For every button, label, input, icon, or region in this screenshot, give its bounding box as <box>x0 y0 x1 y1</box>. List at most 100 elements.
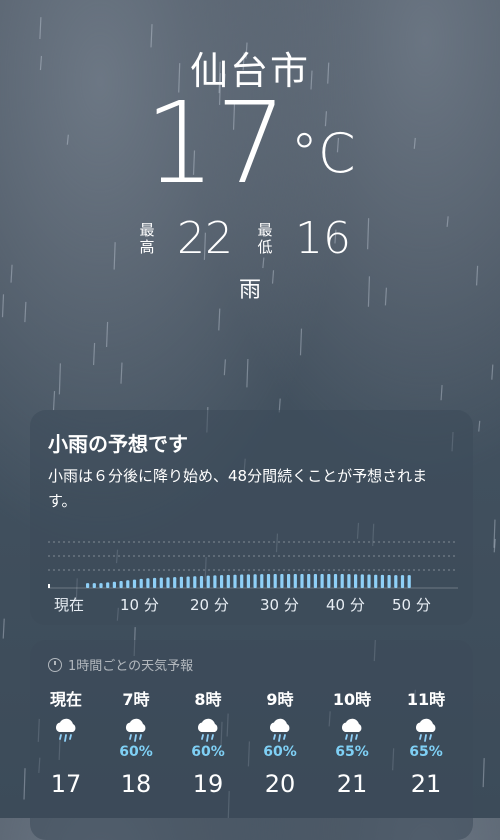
hourly-header: 1時間ごとの天気予報 <box>48 655 193 674</box>
precip-bar <box>300 574 304 588</box>
temperature-unit: °C <box>290 122 356 185</box>
precip-bar <box>153 577 157 588</box>
rain-streak <box>39 17 42 40</box>
precip-bar <box>266 574 271 588</box>
hourly-temperature: 21 <box>336 770 368 798</box>
precip-bar <box>374 574 378 588</box>
clock-icon <box>48 657 62 672</box>
precip-bar <box>293 574 297 588</box>
rain-streak <box>493 538 496 553</box>
precip-bar <box>220 575 224 588</box>
chart-time-label: 現在 <box>54 596 85 614</box>
precip-bar <box>193 576 197 588</box>
rain-streak <box>299 328 303 356</box>
hourly-time: 11時 <box>406 690 446 709</box>
chart-time-label: 10 分 <box>120 596 159 614</box>
precip-bar <box>99 583 103 588</box>
precipitation-title: 小雨の予想です <box>48 432 188 456</box>
hourly-item: 11時 65% 21 <box>396 686 456 798</box>
hourly-forecast-card[interactable]: 1時間ごとの天気予報 現在 17 7時 60% 18 8時 60% 19 9時 60% 20 10時 6… <box>30 640 473 840</box>
precipitation-description: 小雨は６分後に降り始め、48分間続くことが予想されます。 <box>48 467 428 510</box>
precip-bar <box>407 575 411 588</box>
precip-bar <box>159 577 163 588</box>
hourly-precip-chance <box>36 744 96 762</box>
precip-bar <box>112 581 116 588</box>
precip-bar <box>179 576 183 588</box>
rain-streak <box>440 384 443 401</box>
precip-bar <box>354 574 358 588</box>
hourly-precip-chance: 60% <box>119 744 153 760</box>
precip-bar <box>394 575 398 588</box>
precip-bar <box>226 574 230 588</box>
rain-cloud-icon <box>36 714 96 744</box>
precip-bar <box>380 574 384 588</box>
chart-time-label: 20 分 <box>190 596 229 614</box>
rain-streak <box>482 758 485 788</box>
precip-bar <box>166 577 170 588</box>
precip-bar <box>400 575 405 588</box>
rain-streak <box>218 308 221 331</box>
precip-bar <box>287 574 291 588</box>
rain-cloud-icon <box>106 714 166 744</box>
precip-bar <box>213 575 217 588</box>
precip-bar <box>347 574 351 588</box>
high-value: 22 <box>177 213 233 264</box>
hourly-item: 現在 17 <box>36 686 96 798</box>
precipitation-card[interactable]: 小雨の予想です 小雨は６分後に降り始め、48分間続くことが予想されます。 現在 1… <box>30 410 473 625</box>
precip-bar <box>246 574 250 588</box>
temperature-value: 17 <box>144 79 287 209</box>
precip-bar <box>173 577 177 588</box>
precip-bar <box>360 574 364 588</box>
hourly-temperature: 20 <box>264 770 296 798</box>
chart-time-label: 50 分 <box>392 596 431 614</box>
precip-bar <box>260 574 264 588</box>
high-low: 最高 22 最低 16 <box>0 214 500 264</box>
high-label: 最高 <box>139 221 155 256</box>
rain-cloud-icon <box>178 714 238 744</box>
chart-now-marker <box>48 584 50 588</box>
precip-bar <box>280 574 284 588</box>
hourly-header-label: 1時間ごとの天気予報 <box>68 659 194 674</box>
current-temperature: 17°C <box>0 88 500 200</box>
precipitation-time-axis: 現在 10 分 20 分 30 分 40 分 50 分 <box>48 594 458 616</box>
hourly-item: 9時 60% 20 <box>250 686 310 798</box>
hourly-precip-chance: 65% <box>335 744 369 760</box>
precip-bar <box>340 574 344 588</box>
precip-bar <box>186 576 190 588</box>
rain-streak <box>52 391 56 411</box>
chart-time-label: 40 分 <box>326 596 365 614</box>
precip-bar <box>307 574 311 588</box>
precip-bar <box>273 574 277 588</box>
rain-streak <box>491 364 494 380</box>
low-value: 16 <box>295 213 351 264</box>
rain-cloud-icon <box>396 714 456 744</box>
hourly-precip-chance: 65% <box>409 744 443 760</box>
hourly-time: 9時 <box>266 690 294 709</box>
rain-streak <box>493 519 496 548</box>
precip-bar <box>367 574 371 588</box>
rain-streak <box>24 301 27 323</box>
precip-bar <box>92 583 96 588</box>
precip-bar <box>320 574 324 588</box>
rain-streak <box>478 420 481 432</box>
precip-bar <box>86 583 90 588</box>
precip-bar <box>126 580 130 588</box>
rain-streak <box>120 362 123 384</box>
hourly-precip-chance: 60% <box>191 744 225 760</box>
rain-streak <box>105 321 109 348</box>
weather-condition: 雨 <box>238 278 261 303</box>
rain-cloud-icon <box>322 714 382 744</box>
hourly-temperature: 17 <box>50 770 82 798</box>
low-label: 最低 <box>257 221 273 256</box>
rain-streak <box>246 358 249 388</box>
rain-streak <box>92 342 96 366</box>
precip-bar <box>313 574 317 588</box>
precip-bar <box>240 574 244 588</box>
hourly-time: 10時 <box>332 690 372 709</box>
hourly-item: 8時 60% 19 <box>178 686 238 798</box>
hourly-temperature: 19 <box>192 770 224 798</box>
precip-bar <box>132 579 137 588</box>
hourly-time: 8時 <box>194 690 222 709</box>
precip-bar <box>253 574 257 588</box>
hourly-item: 7時 60% 18 <box>106 686 166 798</box>
